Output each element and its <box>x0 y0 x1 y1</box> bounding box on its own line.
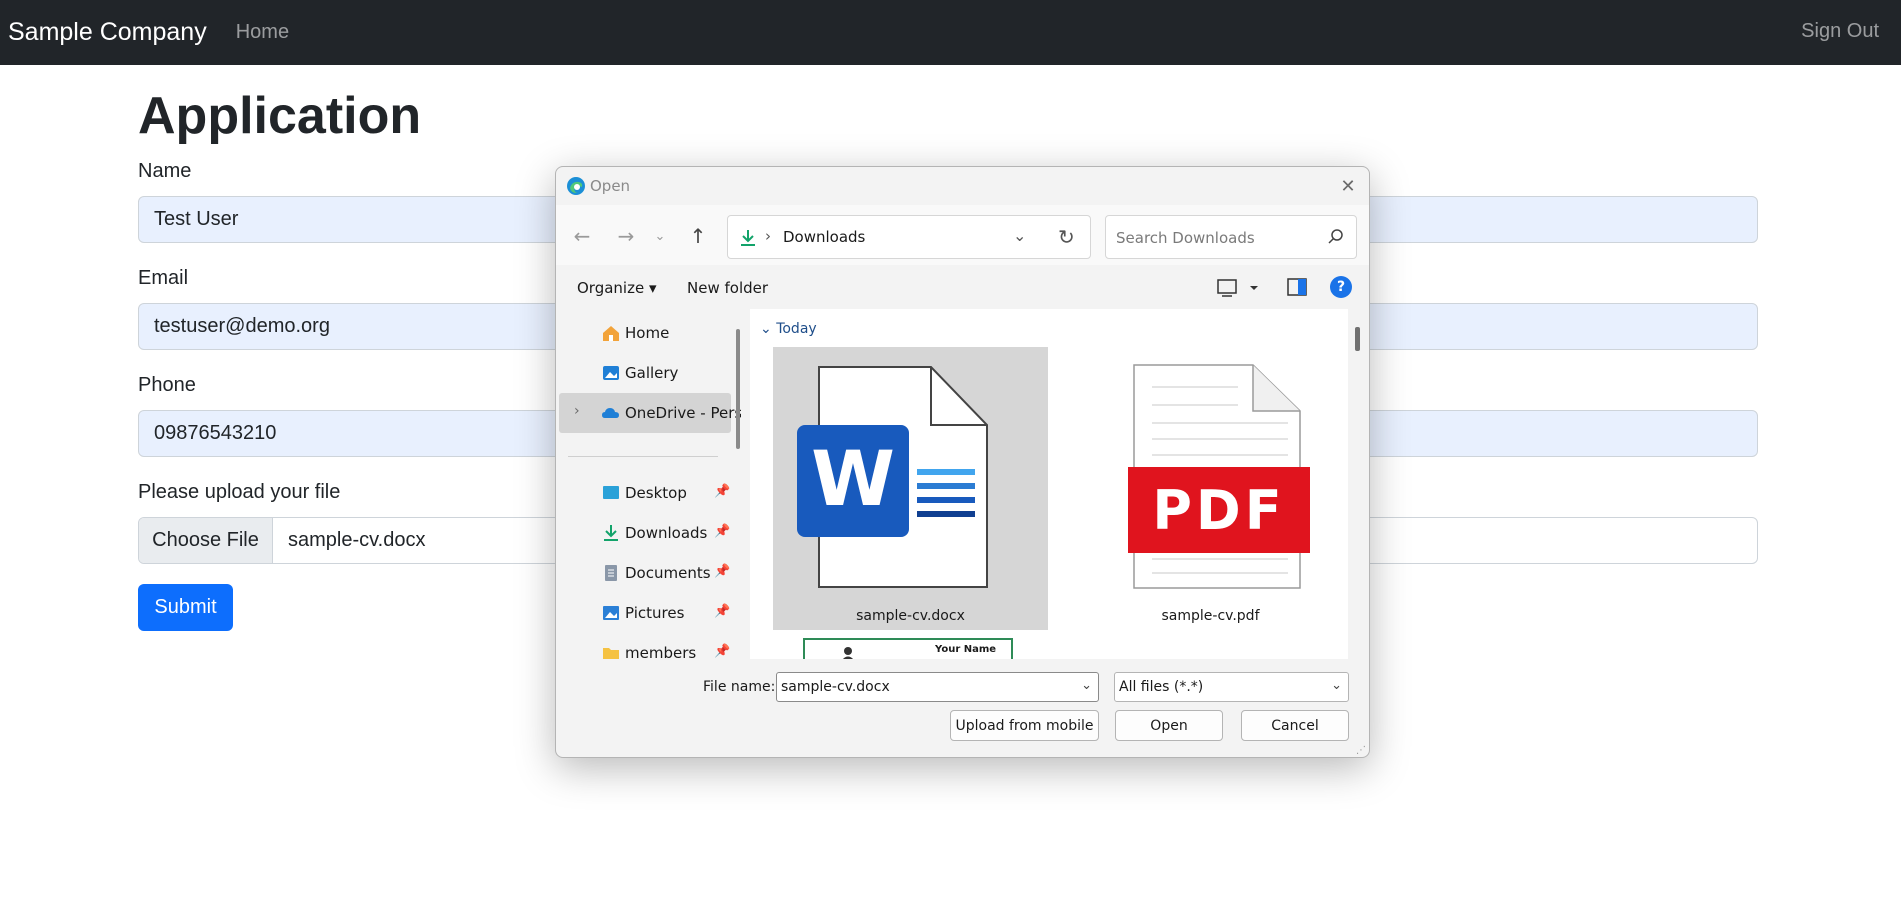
file-type-chevron-icon: ⌄ <box>1331 678 1342 693</box>
avatar-icon <box>842 647 854 659</box>
edge-browser-icon <box>567 177 585 195</box>
back-arrow-icon[interactable]: ← <box>568 223 596 249</box>
name-label: Name <box>138 160 192 182</box>
cancel-button[interactable]: Cancel <box>1241 710 1349 741</box>
file-item-docx[interactable]: W sample-cv.docx <box>773 347 1048 630</box>
gallery-icon <box>603 366 619 380</box>
nav-label-gallery: Gallery <box>625 364 679 382</box>
pdf-badge: PDF <box>1152 479 1285 542</box>
selected-file-name: sample-cv.docx <box>288 529 426 551</box>
recent-locations-chevron-icon[interactable]: ⌄ <box>646 223 674 249</box>
nav-item-pictures[interactable]: Pictures 📌 <box>559 593 731 633</box>
file-name-input[interactable]: sample-cv.docx ⌄ <box>776 672 1099 702</box>
folder-icon <box>603 648 619 659</box>
file-type-select[interactable]: All files (*.*) ⌄ <box>1114 672 1349 702</box>
close-icon[interactable]: ✕ <box>1337 175 1359 197</box>
pdf-document-icon: PDF <box>1128 364 1310 589</box>
nav-item-onedrive[interactable]: › OneDrive - Perso <box>559 393 741 433</box>
search-input[interactable]: Search Downloads <box>1105 215 1357 259</box>
nav-scrollbar[interactable] <box>736 329 740 449</box>
group-header-label: Today <box>776 321 817 337</box>
organize-menu[interactable]: Organize ▾ <box>577 279 657 297</box>
pin-icon: 📌 <box>714 524 731 539</box>
file-name-dropdown-chevron-icon[interactable]: ⌄ <box>1081 678 1092 693</box>
nav-label-desktop: Desktop <box>625 484 687 502</box>
new-folder-button[interactable]: New folder <box>687 279 768 297</box>
file-type-value: All files (*.*) <box>1119 679 1204 695</box>
downloads-icon <box>604 525 618 541</box>
view-mode-icon[interactable] <box>1216 277 1260 299</box>
brand-link[interactable]: Sample Company <box>8 18 207 47</box>
forward-arrow-icon[interactable]: → <box>612 223 640 249</box>
phone-label: Phone <box>138 374 196 396</box>
content-scrollbar[interactable] <box>1355 327 1360 351</box>
help-icon[interactable]: ? <box>1330 276 1352 298</box>
navigation-pane: Home Gallery › OneDrive - Perso Desktop … <box>556 309 741 659</box>
sign-out-link[interactable]: Sign Out <box>1801 20 1879 43</box>
pin-icon: 📌 <box>714 484 731 499</box>
dialog-titlebar: Open ✕ <box>556 167 1369 205</box>
onedrive-cloud-icon <box>602 408 619 418</box>
nav-label-pictures: Pictures <box>625 604 685 622</box>
nav-item-home[interactable]: Home <box>559 313 731 353</box>
nav-home-link[interactable]: Home <box>236 21 289 44</box>
command-bar: Organize ▾ New folder ? <box>556 267 1369 309</box>
nav-label-onedrive: OneDrive - Perso <box>625 404 741 422</box>
resize-grip-icon[interactable]: ⋰ <box>1356 745 1366 756</box>
downloads-icon <box>741 230 755 246</box>
search-placeholder: Search Downloads <box>1116 229 1255 247</box>
pictures-icon <box>603 606 619 620</box>
word-document-icon: W <box>797 366 988 588</box>
file-item-pdf[interactable]: PDF sample-cv.pdf <box>1073 347 1348 630</box>
nav-item-downloads[interactable]: Downloads 📌 <box>559 513 731 553</box>
file-name-docx: sample-cv.docx <box>856 608 965 624</box>
nav-item-desktop[interactable]: Desktop 📌 <box>559 473 731 513</box>
choose-file-button[interactable]: Choose File <box>139 518 273 563</box>
address-location[interactable]: Downloads <box>783 228 865 246</box>
open-button[interactable]: Open <box>1115 710 1223 741</box>
nav-label-documents: Documents <box>625 564 711 582</box>
submit-button[interactable]: Submit <box>138 584 233 631</box>
dialog-bottom-bar: File name: sample-cv.docx ⌄ All files (*… <box>556 659 1369 757</box>
nav-label-members: members <box>625 644 697 659</box>
home-icon <box>603 326 619 341</box>
resume-thumbnail-name: Your Name <box>935 644 997 655</box>
group-header-today[interactable]: ⌄ Today <box>760 321 817 337</box>
nav-label-downloads: Downloads <box>625 524 708 542</box>
email-label: Email <box>138 267 189 289</box>
pin-icon: 📌 <box>714 564 731 579</box>
expand-chevron-icon[interactable]: › <box>574 403 580 419</box>
file-list-area: ⌄ Today W sample-cv.docx PDF sample-cv.p… <box>750 309 1348 659</box>
nav-item-documents[interactable]: Documents 📌 <box>559 553 731 593</box>
pin-icon: 📌 <box>714 644 731 659</box>
pin-icon: 📌 <box>714 604 731 619</box>
nav-divider <box>568 456 718 457</box>
top-navbar: Sample Company Home Sign Out <box>0 0 1901 65</box>
file-name-value: sample-cv.docx <box>781 679 890 695</box>
file-name-pdf: sample-cv.pdf <box>1161 608 1260 624</box>
address-dropdown-chevron-icon[interactable]: ⌄ <box>1013 226 1026 245</box>
page-title: Application <box>138 87 422 145</box>
dialog-title: Open <box>590 177 631 195</box>
file-item-resume-thumbnail[interactable]: Your Name <box>803 638 1013 659</box>
preview-pane-icon[interactable] <box>1287 278 1307 296</box>
address-row: ← → ⌄ ↑ › Downloads ⌄ ↻ Search Downloads <box>556 205 1369 265</box>
upload-from-mobile-button[interactable]: Upload from mobile <box>950 710 1099 741</box>
documents-icon <box>605 565 617 581</box>
desktop-icon <box>603 486 619 499</box>
breadcrumb-separator: › <box>765 227 771 245</box>
nav-item-members[interactable]: members 📌 <box>559 633 731 659</box>
refresh-icon[interactable]: ↻ <box>1058 225 1075 249</box>
nav-item-gallery[interactable]: Gallery <box>559 353 731 393</box>
up-arrow-icon[interactable]: ↑ <box>684 223 712 249</box>
nav-label-home: Home <box>625 324 670 342</box>
open-file-dialog: Open ✕ ← → ⌄ ↑ › Downloads ⌄ ↻ Search Do… <box>555 166 1370 758</box>
word-badge: W <box>811 434 895 523</box>
address-bar[interactable]: › Downloads ⌄ ↻ <box>727 215 1091 259</box>
file-upload-label: Please upload your file <box>138 481 341 503</box>
file-name-label: File name: <box>703 679 776 695</box>
search-icon[interactable] <box>1326 228 1344 246</box>
